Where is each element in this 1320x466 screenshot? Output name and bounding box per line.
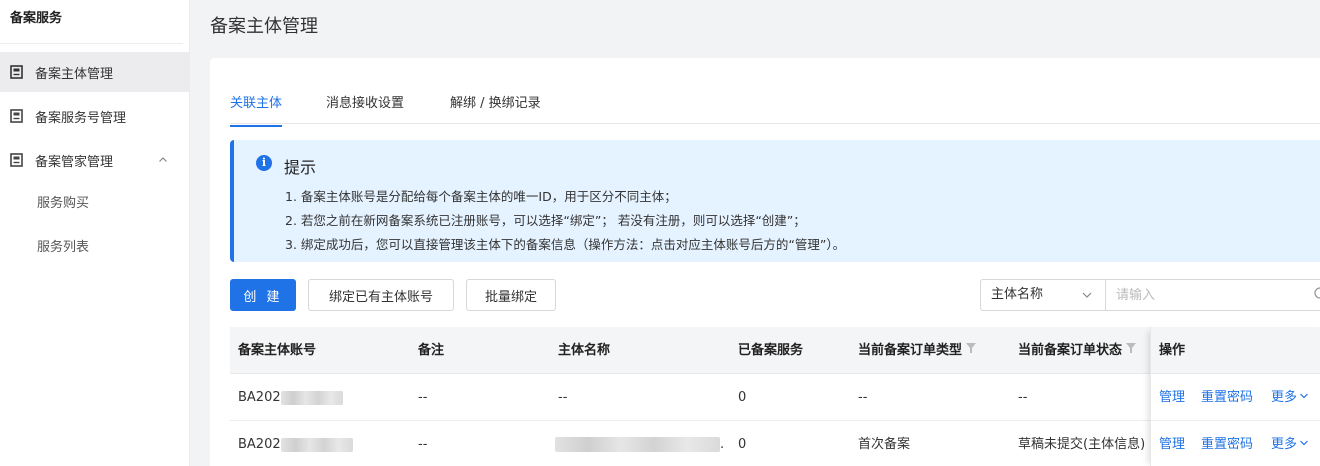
column-header: 当前备案订单状态 — [1018, 343, 1123, 358]
sidebar-subitem-service-list[interactable]: 服务列表 — [0, 228, 190, 268]
info-icon: i — [256, 155, 272, 171]
document-icon — [10, 65, 23, 79]
notice-line: 3. 绑定成功后，您可以直接管理该主体下的备案信息（操作方法：点击对应主体账号后… — [285, 237, 846, 252]
manage-link[interactable]: 管理 — [1159, 374, 1185, 421]
main-card: 关联主体 消息接收设置 解绑 / 换绑记录 i 提示 1. 备案主体账号是分配给… — [210, 58, 1320, 466]
note-cell: -- — [418, 390, 428, 405]
redacted-text — [280, 437, 353, 452]
order-type-cell: -- — [858, 390, 868, 405]
sidebar: 备案服务 备案主体管理 备案服务号管理 备案管家管理 服务购买 服务列表 — [0, 0, 190, 466]
batch-bind-button[interactable]: 批量绑定 — [466, 279, 556, 311]
tab-linked-subjects[interactable]: 关联主体 — [230, 92, 283, 127]
sidebar-item-service-number-management[interactable]: 备案服务号管理 — [0, 96, 190, 136]
document-icon — [10, 153, 23, 167]
sidebar-item-steward-management[interactable]: 备案管家管理 — [0, 140, 190, 180]
sidebar-item-label: 备案主体管理 — [35, 66, 114, 82]
order-type-cell: 首次备案 — [858, 437, 911, 452]
more-dropdown[interactable]: 更多 — [1271, 374, 1309, 421]
name-cell: . — [555, 421, 725, 466]
redacted-text — [280, 390, 343, 405]
chevron-down-icon — [1299, 374, 1309, 421]
notice-line: 2. 若您之前在新网备案系统已注册账号，可以选择“绑定”； 若没有注册，则可以选… — [285, 213, 806, 228]
column-header: 备案主体账号 — [238, 343, 317, 358]
reset-password-link[interactable]: 重置密码 — [1201, 421, 1253, 466]
column-header: 已备案服务 — [738, 343, 804, 358]
chevron-down-icon — [1081, 281, 1093, 321]
sidebar-item-label: 备案服务号管理 — [35, 110, 127, 126]
notice-line: 1. 备案主体账号是分配给每个备案主体的唯一ID，用于区分不同主体； — [285, 189, 677, 204]
name-value: . — [720, 437, 725, 452]
search-icon[interactable] — [1313, 287, 1320, 305]
account-value: BA202 — [238, 390, 281, 405]
manage-link[interactable]: 管理 — [1159, 421, 1185, 466]
tab-bar: 关联主体 消息接收设置 解绑 / 换绑记录 — [230, 82, 1320, 127]
note-cell: -- — [418, 437, 428, 452]
search-field-label: 主体名称 — [991, 287, 1044, 302]
bind-existing-account-button[interactable]: 绑定已有主体账号 — [308, 279, 454, 311]
search-field-select[interactable]: 主体名称 — [980, 279, 1105, 311]
sidebar-item-label: 备案管家管理 — [35, 154, 114, 170]
notice-box: i 提示 1. 备案主体账号是分配给每个备案主体的唯一ID，用于区分不同主体； … — [230, 140, 1320, 262]
chevron-up-icon — [158, 154, 168, 169]
reset-password-link[interactable]: 重置密码 — [1201, 374, 1253, 421]
order-status-cell: 草稿未提交(主体信息) — [1018, 437, 1146, 452]
tab-message-settings[interactable]: 消息接收设置 — [326, 92, 404, 125]
column-header: 备注 — [418, 343, 445, 358]
chevron-down-icon — [1299, 421, 1309, 466]
sidebar-item-subject-management[interactable]: 备案主体管理 — [0, 52, 190, 92]
redacted-text — [555, 437, 720, 452]
sidebar-title: 备案服务 — [0, 0, 183, 44]
column-header-order-status: 当前备案订单状态 — [1018, 326, 1137, 374]
filter-icon[interactable] — [966, 326, 977, 373]
more-dropdown[interactable]: 更多 — [1271, 421, 1309, 466]
order-status-cell: -- — [1018, 390, 1028, 405]
column-header: 操作 — [1159, 343, 1186, 358]
sidebar-subitem-service-purchase[interactable]: 服务购买 — [0, 184, 190, 224]
services-cell: 0 — [738, 437, 747, 452]
column-header: 当前备案订单类型 — [858, 343, 963, 358]
search-input[interactable] — [1105, 279, 1320, 311]
create-button[interactable]: 创 建 — [230, 279, 296, 311]
column-header-order-type: 当前备案订单类型 — [858, 326, 977, 374]
account-cell: BA202 — [238, 374, 408, 421]
services-cell: 0 — [738, 390, 747, 405]
name-cell: -- — [558, 390, 568, 405]
account-cell: BA202 — [238, 421, 408, 466]
filter-icon[interactable] — [1126, 326, 1137, 373]
notice-title: 提示 — [284, 158, 317, 177]
document-icon — [10, 109, 23, 123]
operation-column: 操作 管理 重置密码 更多 管理 重置密码 更多 — [1150, 327, 1320, 466]
page-title: 备案主体管理 — [210, 16, 318, 37]
tab-unbind-records[interactable]: 解绑 / 换绑记录 — [450, 92, 541, 125]
column-header: 主体名称 — [558, 343, 611, 358]
account-value: BA202 — [238, 437, 281, 452]
